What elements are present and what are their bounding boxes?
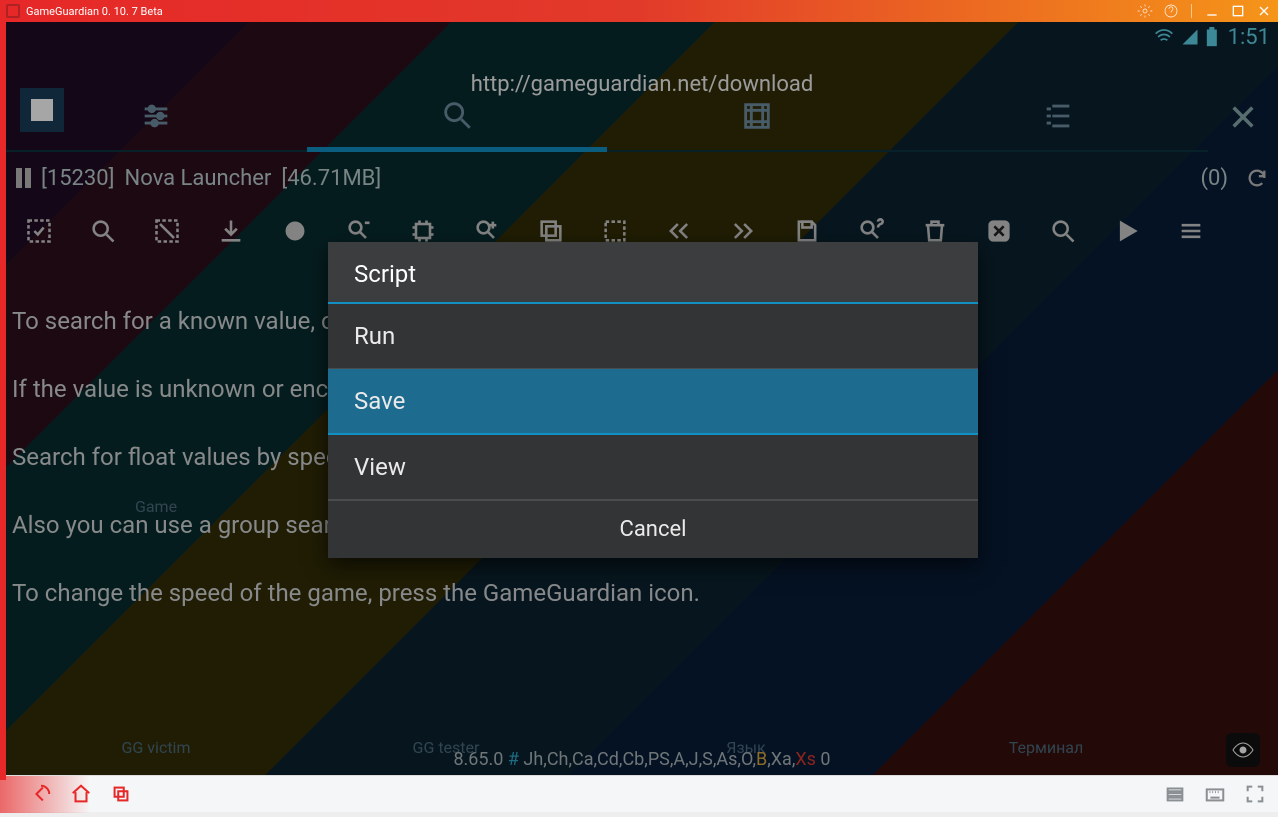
dialog-cancel[interactable]: Cancel [328,500,978,558]
dialog-item-save[interactable]: Save [328,369,978,435]
window-title: GameGuardian 0. 10. 7 Beta [26,5,1137,18]
titlebar: GameGuardian 0. 10. 7 Beta [0,0,1278,22]
help-icon[interactable] [1163,3,1179,19]
nav-menu-icon[interactable] [1164,783,1186,805]
minimize-icon[interactable] [1204,3,1220,19]
nav-home-icon[interactable] [70,783,92,805]
dialog-title: Script [328,242,978,304]
nav-recent-icon[interactable] [110,783,132,805]
nav-fullscreen-icon[interactable] [1244,783,1266,805]
close-icon[interactable] [1256,3,1272,19]
emulator-navbar [0,775,1278,812]
script-dialog: Script Run Save View Cancel [328,242,978,558]
settings-icon[interactable] [1137,3,1153,19]
maximize-icon[interactable] [1230,3,1246,19]
nav-back-icon[interactable] [30,783,52,805]
dialog-item-run[interactable]: Run [328,304,978,369]
app-badge-icon [6,4,20,18]
nav-keyboard-icon[interactable] [1204,783,1226,805]
dialog-item-view[interactable]: View [328,435,978,500]
